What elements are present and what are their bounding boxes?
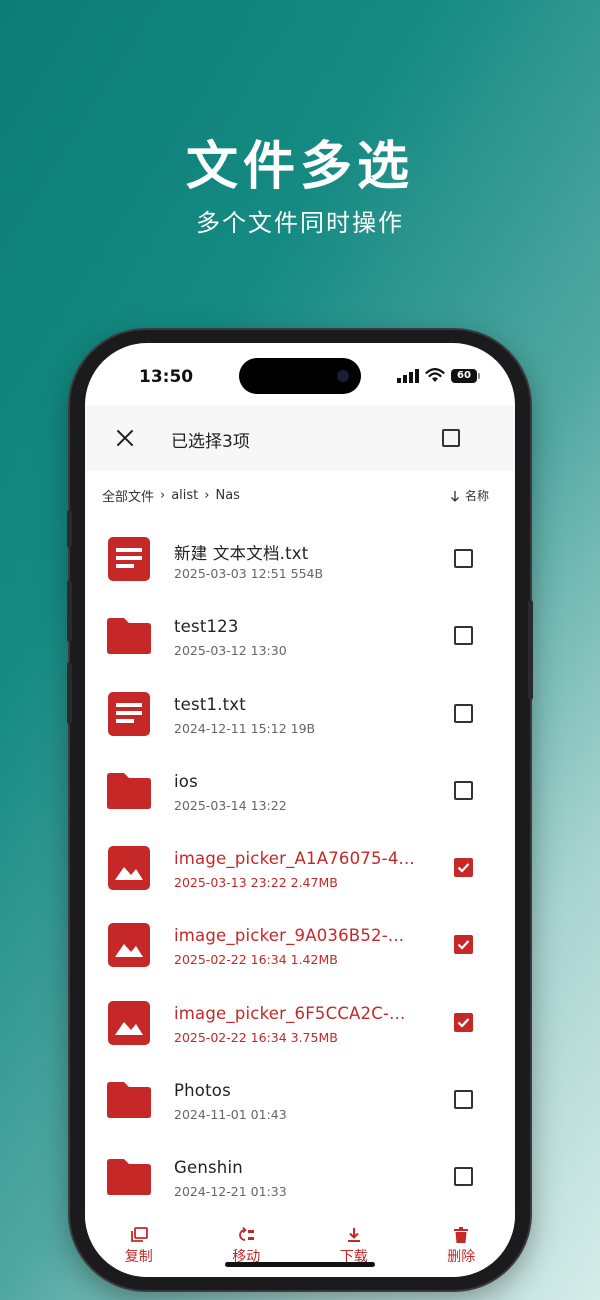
image-icon bbox=[105, 922, 153, 968]
file-list: 新建 文本文档.txt 2025-03-03 12:51 554B test123 2… bbox=[85, 520, 515, 1216]
status-time: 13:50 bbox=[139, 367, 194, 387]
delete-label: 删除 bbox=[447, 1249, 476, 1265]
app-bar: 已选择3项 bbox=[85, 405, 515, 471]
phone-side-button bbox=[67, 662, 72, 724]
file-row[interactable]: image_picker_6F5CCA2C-... 2025-02-22 16:3… bbox=[85, 984, 515, 1061]
chevron-right-icon: › bbox=[160, 488, 166, 503]
phone-screen: 13:50 60 已选择3项 全部文件 › alist › Nas 名称 新建 … bbox=[85, 343, 515, 1277]
home-indicator bbox=[225, 1262, 375, 1267]
file-name: test1.txt bbox=[174, 694, 246, 714]
image-icon bbox=[105, 845, 153, 891]
file-meta: 2025-03-12 13:30 bbox=[174, 643, 287, 659]
breadcrumb-item-root[interactable]: 全部文件 bbox=[102, 486, 154, 505]
checkmark-icon bbox=[457, 863, 470, 873]
file-row[interactable]: image_picker_9A036B52-... 2025-02-22 16:3… bbox=[85, 906, 515, 983]
document-icon bbox=[105, 691, 153, 737]
file-checkbox[interactable] bbox=[454, 549, 473, 568]
file-checkbox[interactable] bbox=[454, 858, 473, 878]
file-name: test123 bbox=[174, 617, 239, 637]
file-meta: 2024-12-11 15:12 19B bbox=[174, 720, 316, 736]
file-checkbox[interactable] bbox=[454, 780, 473, 800]
file-name: image_picker_A1A76075-4... bbox=[174, 849, 415, 869]
document-icon bbox=[105, 536, 153, 582]
battery-icon: 60 bbox=[451, 368, 480, 383]
file-name: Photos bbox=[174, 1081, 231, 1101]
file-row[interactable]: test123 2025-03-12 13:30 bbox=[85, 597, 515, 674]
close-icon bbox=[117, 430, 133, 446]
select-all-checkbox[interactable] bbox=[442, 429, 460, 447]
selection-count-title: 已选择3项 bbox=[171, 432, 250, 452]
file-meta: 2024-11-01 01:43 bbox=[174, 1107, 287, 1123]
phone-side-button bbox=[67, 580, 72, 642]
delete-button[interactable]: 删除 bbox=[408, 1217, 516, 1277]
hero-subtitle: 多个文件同时操作 bbox=[196, 209, 404, 237]
copy-button[interactable]: 复制 bbox=[85, 1217, 193, 1277]
image-icon bbox=[105, 1000, 153, 1046]
action-bar: 复制 移动 下载 删除 bbox=[85, 1217, 515, 1277]
folder-icon bbox=[105, 613, 153, 659]
download-icon bbox=[347, 1228, 360, 1242]
breadcrumb-item-alist[interactable]: alist bbox=[171, 488, 198, 503]
folder-icon bbox=[105, 1077, 153, 1123]
file-row[interactable]: image_picker_A1A76075-4... 2025-03-13 23:… bbox=[85, 829, 515, 906]
cellular-signal-icon bbox=[397, 368, 419, 383]
sort-button[interactable]: 名称 bbox=[450, 487, 489, 504]
dynamic-island bbox=[239, 358, 361, 394]
file-row[interactable]: 新建 文本文档.txt 2025-03-03 12:51 554B bbox=[85, 520, 515, 597]
copy-icon bbox=[130, 1227, 148, 1242]
file-meta: 2025-02-22 16:34 3.75MB bbox=[174, 1029, 338, 1045]
download-button[interactable]: 下载 bbox=[300, 1217, 408, 1277]
checkmark-icon bbox=[457, 940, 470, 951]
close-button[interactable] bbox=[113, 426, 137, 450]
status-icons: 60 bbox=[397, 368, 480, 383]
sort-label: 名称 bbox=[464, 489, 489, 503]
file-row[interactable]: Photos 2024-11-01 01:43 bbox=[85, 1061, 515, 1138]
file-checkbox[interactable] bbox=[454, 935, 473, 955]
move-button[interactable]: 移动 bbox=[193, 1217, 301, 1277]
breadcrumb-item-nas[interactable]: Nas bbox=[215, 488, 239, 503]
file-checkbox[interactable] bbox=[454, 1012, 473, 1032]
file-row[interactable]: Genshin 2024-12-21 01:33 bbox=[85, 1138, 515, 1215]
file-checkbox[interactable] bbox=[454, 626, 473, 646]
move-icon bbox=[239, 1227, 255, 1241]
file-row[interactable]: ios 2025-03-14 13:22 bbox=[85, 752, 515, 829]
arrow-down-icon bbox=[451, 490, 459, 502]
wifi-icon bbox=[425, 368, 445, 382]
folder-icon bbox=[105, 768, 153, 814]
file-row[interactable]: test1.txt 2024-12-11 15:12 19B bbox=[85, 675, 515, 752]
camera-icon bbox=[337, 370, 349, 382]
file-checkbox[interactable] bbox=[454, 703, 473, 723]
checkmark-icon bbox=[457, 1018, 470, 1028]
file-meta: 2025-02-22 16:34 1.42MB bbox=[174, 952, 338, 968]
phone-side-button bbox=[528, 600, 533, 700]
file-name: image_picker_6F5CCA2C-... bbox=[174, 1003, 406, 1023]
file-checkbox[interactable] bbox=[454, 1090, 473, 1110]
file-meta: 2025-03-14 13:22 bbox=[174, 797, 287, 813]
file-name: ios bbox=[174, 771, 198, 791]
file-name: 新建 文本文档.txt bbox=[174, 544, 309, 563]
file-checkbox[interactable] bbox=[454, 1167, 473, 1187]
file-name: image_picker_9A036B52-... bbox=[174, 926, 405, 946]
file-meta: 2025-03-13 23:22 2.47MB bbox=[174, 875, 338, 891]
breadcrumb: 全部文件 › alist › Nas bbox=[102, 486, 240, 505]
folder-icon bbox=[105, 1154, 153, 1200]
delete-icon bbox=[454, 1227, 469, 1243]
file-meta: 2024-12-21 01:33 bbox=[174, 1184, 287, 1200]
phone-side-button bbox=[67, 510, 72, 548]
copy-label: 复制 bbox=[124, 1249, 153, 1265]
file-name: Genshin bbox=[174, 1158, 243, 1178]
file-meta: 2025-03-03 12:51 554B bbox=[174, 566, 324, 581]
hero-title: 文件多选 bbox=[185, 137, 414, 197]
chevron-right-icon: › bbox=[204, 488, 210, 503]
